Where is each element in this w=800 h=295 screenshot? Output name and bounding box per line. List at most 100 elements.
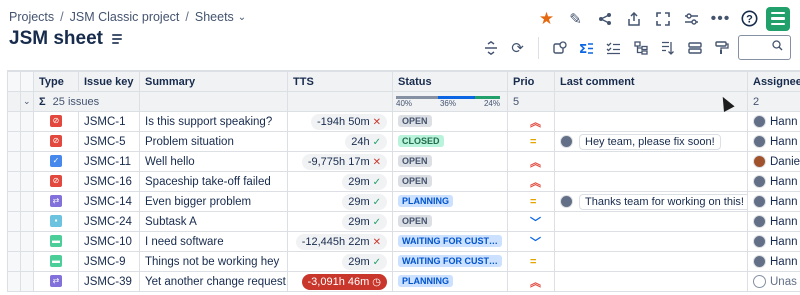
issue-key[interactable]: JSMC-1 — [78, 111, 140, 132]
status-cell[interactable]: CLOSED — [392, 131, 508, 152]
col-header-summary[interactable]: Summary — [139, 71, 288, 92]
issue-summary[interactable]: Problem situation — [139, 131, 288, 152]
table-row[interactable]: ▪ JSMC-24 Subtask A 29m ✓ OPEN ﹀ Hann — [7, 211, 800, 232]
more-icon[interactable]: ••• — [708, 6, 733, 31]
type-cell[interactable]: ▬ — [33, 231, 79, 252]
status-cell[interactable]: WAITING FOR CUSTO... — [392, 231, 508, 252]
priority-cell[interactable]: = — [507, 131, 555, 152]
priority-cell[interactable]: = — [507, 191, 555, 212]
fullscreen-icon[interactable] — [650, 6, 675, 31]
issue-key[interactable]: JSMC-14 — [78, 191, 140, 212]
last-comment-cell[interactable] — [554, 231, 748, 252]
collapse-chevron-icon[interactable]: ⌄ — [20, 91, 34, 112]
type-cell[interactable]: ▪ — [33, 211, 79, 232]
table-row[interactable]: ✓ JSMC-11 Well hello -9,775h 17m ✕ OPEN ︽ Danie — [7, 151, 800, 172]
assignee-cell[interactable]: Hann — [747, 211, 800, 232]
sigma-summary-icon[interactable]: Σ — [574, 36, 599, 60]
issue-summary[interactable]: Things not be working hey — [139, 251, 288, 272]
issue-summary[interactable]: Even bigger problem — [139, 191, 288, 212]
share-icon[interactable] — [592, 6, 617, 31]
last-comment-cell[interactable]: Thanks team for working on this! — [554, 191, 748, 212]
last-comment-cell[interactable] — [554, 211, 748, 232]
tts-cell[interactable]: 24h ✓ — [287, 131, 393, 152]
tts-cell[interactable]: -9,775h 17m ✕ — [287, 151, 393, 172]
priority-cell[interactable]: = — [507, 251, 555, 272]
assignee-cell[interactable]: Hann — [747, 111, 800, 132]
breadcrumb-projects[interactable]: Projects — [9, 10, 54, 24]
tts-cell[interactable]: -194h 50m ✕ — [287, 111, 393, 132]
assignee-cell[interactable]: Danie — [747, 151, 800, 172]
star-icon[interactable]: ★ — [534, 6, 559, 31]
assignee-cell[interactable]: Hann — [747, 171, 800, 192]
table-row[interactable]: ⇄ JSMC-39 Yet another change request -3,091… — [7, 271, 800, 292]
refresh-icon[interactable]: ⟳ — [505, 36, 530, 60]
last-comment-cell[interactable] — [554, 111, 748, 132]
group-icon[interactable] — [682, 36, 707, 60]
issue-summary[interactable]: Well hello — [139, 151, 288, 172]
breadcrumb-sheets[interactable]: Sheets — [195, 10, 234, 24]
help-icon[interactable]: ? — [737, 6, 762, 31]
app-logo-icon[interactable] — [766, 6, 790, 31]
issue-key[interactable]: JSMC-16 — [78, 171, 140, 192]
settings-sliders-icon[interactable] — [679, 6, 704, 31]
col-header-prio[interactable]: Prio — [507, 71, 555, 92]
issue-key[interactable]: JSMC-11 — [78, 151, 140, 172]
status-cell[interactable]: OPEN — [392, 111, 508, 132]
priority-cell[interactable]: ﹀ — [507, 231, 555, 252]
breadcrumb-project[interactable]: JSM Classic project — [70, 10, 180, 24]
last-comment-cell[interactable] — [554, 151, 748, 172]
col-header-tts[interactable]: TTS — [287, 71, 393, 92]
checklist-icon[interactable] — [601, 36, 626, 60]
priority-cell[interactable]: ︽ — [507, 271, 555, 292]
priority-cell[interactable]: ︽ — [507, 111, 555, 132]
type-cell[interactable]: ▬ — [33, 251, 79, 272]
search-input[interactable] — [738, 35, 791, 60]
status-cell[interactable]: WAITING FOR CUSTO... — [392, 251, 508, 272]
col-header-assignee[interactable]: Assignee — [747, 71, 800, 92]
status-cell[interactable]: OPEN — [392, 171, 508, 192]
assignee-cell[interactable]: Hann — [747, 131, 800, 152]
hierarchy-icon[interactable] — [628, 36, 653, 60]
table-row[interactable]: ▬ JSMC-9 Things not be working hey 29m ✓ WAIT… — [7, 251, 800, 272]
search-record-icon[interactable] — [547, 36, 572, 60]
status-cell[interactable]: PLANNING — [392, 271, 508, 292]
assignee-cell[interactable]: Unas — [747, 271, 800, 292]
type-cell[interactable]: ⇄ — [33, 271, 79, 292]
type-cell[interactable]: ✓ — [33, 151, 79, 172]
row-height-icon[interactable] — [478, 36, 503, 60]
issue-summary[interactable]: I need software — [139, 231, 288, 252]
type-cell[interactable]: ⊘ — [33, 111, 79, 132]
issue-summary[interactable]: Yet another change request — [139, 271, 288, 292]
col-header-issue-key[interactable]: Issue key — [78, 71, 140, 92]
col-header-status[interactable]: Status — [392, 71, 508, 92]
tts-cell[interactable]: 29m ✓ — [287, 191, 393, 212]
issue-summary[interactable]: Subtask A — [139, 211, 288, 232]
tts-cell[interactable]: -3,091h 46m ◷ — [287, 271, 393, 292]
issue-summary[interactable]: Spaceship take-off failed — [139, 171, 288, 192]
priority-cell[interactable]: ﹀ — [507, 211, 555, 232]
last-comment-cell[interactable] — [554, 171, 748, 192]
assignee-cell[interactable]: Hann — [747, 251, 800, 272]
paint-format-icon[interactable] — [709, 36, 734, 60]
status-cell[interactable]: OPEN — [392, 151, 508, 172]
type-cell[interactable]: ⊘ — [33, 171, 79, 192]
last-comment-cell[interactable]: Hey team, please fix soon! — [554, 131, 748, 152]
table-row[interactable]: ⇄ JSMC-14 Even bigger problem 29m ✓ PLANNING =… — [7, 191, 800, 212]
issue-summary[interactable]: Is this support speaking? — [139, 111, 288, 132]
tts-cell[interactable]: 29m ✓ — [287, 171, 393, 192]
last-comment-cell[interactable] — [554, 271, 748, 292]
type-cell[interactable]: ⇄ — [33, 191, 79, 212]
table-row[interactable]: ▬ JSMC-10 I need software -12,445h 22m ✕ WAIT… — [7, 231, 800, 252]
type-cell[interactable]: ⊘ — [33, 131, 79, 152]
issue-key[interactable]: JSMC-9 — [78, 251, 140, 272]
priority-cell[interactable]: ︽ — [507, 151, 555, 172]
assignee-cell[interactable]: Hann — [747, 231, 800, 252]
filter-icon[interactable] — [655, 36, 680, 60]
tts-cell[interactable]: 29m ✓ — [287, 211, 393, 232]
table-row[interactable]: ⊘ JSMC-16 Spaceship take-off failed 29m ✓ OPE… — [7, 171, 800, 192]
tts-cell[interactable]: 29m ✓ — [287, 251, 393, 272]
status-cell[interactable]: OPEN — [392, 211, 508, 232]
table-row[interactable]: ⊘ JSMC-5 Problem situation 24h ✓ CLOSED = Hey t… — [7, 131, 800, 152]
col-header-type[interactable]: Type — [33, 71, 79, 92]
issue-key[interactable]: JSMC-10 — [78, 231, 140, 252]
